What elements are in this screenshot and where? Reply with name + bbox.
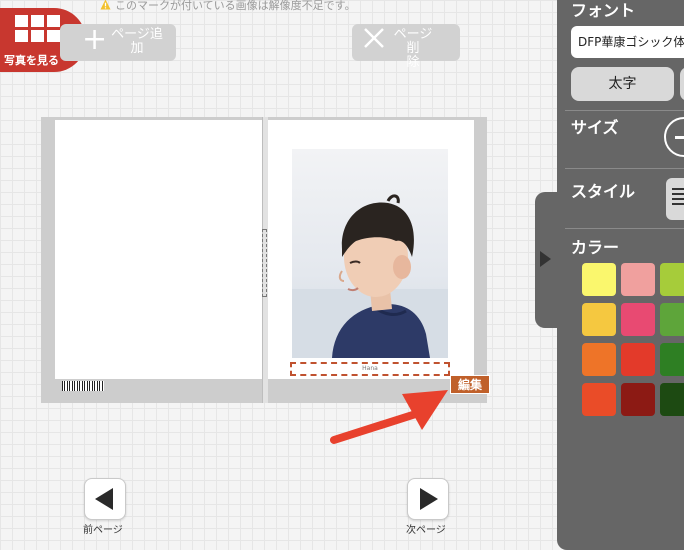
color-swatch[interactable]	[621, 383, 655, 416]
color-swatch[interactable]	[621, 343, 655, 376]
color-swatch[interactable]	[660, 303, 684, 336]
warning-icon	[100, 0, 111, 10]
previous-page-button[interactable]	[84, 478, 126, 520]
next-page-button[interactable]	[407, 478, 449, 520]
delete-page-button[interactable]: ページ削 除	[352, 24, 460, 70]
color-swatch[interactable]	[621, 263, 655, 296]
color-swatch[interactable]	[582, 343, 616, 376]
style-title: スタイル	[571, 182, 636, 201]
color-swatch[interactable]	[621, 303, 655, 336]
close-icon	[362, 26, 386, 56]
color-swatch[interactable]	[582, 263, 616, 296]
plus-icon: +	[82, 22, 108, 57]
next-page-label: 次ページ	[406, 525, 446, 536]
view-photos-label: 写真を見る	[4, 54, 59, 67]
size-title: サイズ	[571, 118, 619, 137]
photo-image	[292, 149, 448, 358]
color-swatch[interactable]	[582, 303, 616, 336]
color-swatch[interactable]	[660, 383, 684, 416]
add-page-button[interactable]: + ページ追 加	[60, 24, 176, 61]
caption-field[interactable]: Hana	[290, 362, 450, 376]
resolution-notice: このマークが付いている画像は解像度不足です。	[100, 0, 356, 13]
divider	[565, 168, 684, 169]
minus-icon	[675, 136, 684, 139]
grid-icon	[15, 15, 60, 42]
color-swatch[interactable]	[660, 343, 684, 376]
triangle-right-icon	[420, 488, 438, 510]
previous-page-label: 前ページ	[83, 525, 123, 536]
spine-text-frame[interactable]	[262, 229, 267, 297]
color-swatch[interactable]	[582, 383, 616, 416]
add-page-label-line1: ページ追	[111, 27, 163, 42]
color-swatch[interactable]	[660, 263, 684, 296]
color-title: カラー	[571, 238, 620, 257]
delete-page-label-line2: 除	[406, 55, 420, 70]
divider	[565, 228, 684, 229]
divider	[565, 110, 684, 111]
left-page[interactable]	[55, 120, 262, 379]
font-select[interactable]: DFP華康ゴシック体	[571, 26, 684, 58]
bold-button[interactable]: 太字	[571, 67, 674, 101]
barcode	[62, 381, 104, 391]
triangle-left-icon	[95, 488, 113, 510]
italic-button[interactable]	[680, 67, 684, 101]
font-title: フォント	[571, 1, 636, 20]
text-align-button[interactable]	[666, 178, 684, 220]
align-lines-icon	[672, 188, 684, 208]
pointer-arrow-icon	[330, 390, 448, 444]
triangle-right-icon	[540, 251, 551, 267]
child-photo[interactable]	[292, 149, 448, 358]
add-page-label-line2: 加	[130, 41, 144, 56]
notice-text: このマークが付いている画像は解像度不足です。	[115, 0, 356, 12]
delete-page-label-line1: ページ削	[393, 27, 433, 56]
color-swatch-grid	[582, 263, 684, 423]
